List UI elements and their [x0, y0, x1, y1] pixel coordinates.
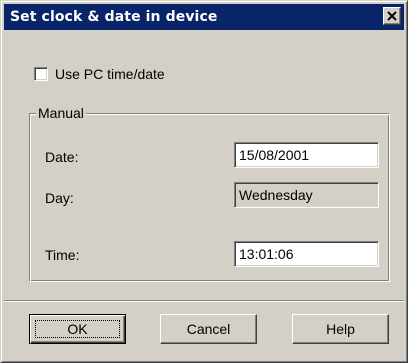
- use-pc-time-label[interactable]: Use PC time/date: [55, 65, 165, 83]
- title-bar[interactable]: Set clock & date in device: [4, 4, 404, 30]
- ok-button-label: OK: [67, 321, 88, 337]
- close-icon: [387, 11, 397, 21]
- time-input[interactable]: [234, 241, 379, 267]
- manual-group-legend: Manual: [36, 104, 86, 122]
- help-button[interactable]: Help: [292, 314, 389, 344]
- day-field: Wednesday: [234, 182, 379, 208]
- time-label: Time:: [45, 247, 80, 263]
- ok-button[interactable]: OK: [29, 314, 126, 344]
- date-label: Date:: [45, 149, 79, 165]
- use-pc-time-checkbox[interactable]: [34, 67, 48, 81]
- set-clock-dialog: Set clock & date in device Use PC time/d…: [0, 0, 408, 363]
- cancel-button-label: Cancel: [186, 321, 231, 337]
- cancel-button[interactable]: Cancel: [160, 314, 257, 344]
- button-separator: [4, 300, 404, 302]
- day-label: Day:: [45, 190, 74, 206]
- window-title: Set clock & date in device: [10, 9, 218, 25]
- help-button-label: Help: [326, 321, 355, 337]
- date-input[interactable]: [234, 142, 379, 168]
- close-button[interactable]: [383, 7, 401, 25]
